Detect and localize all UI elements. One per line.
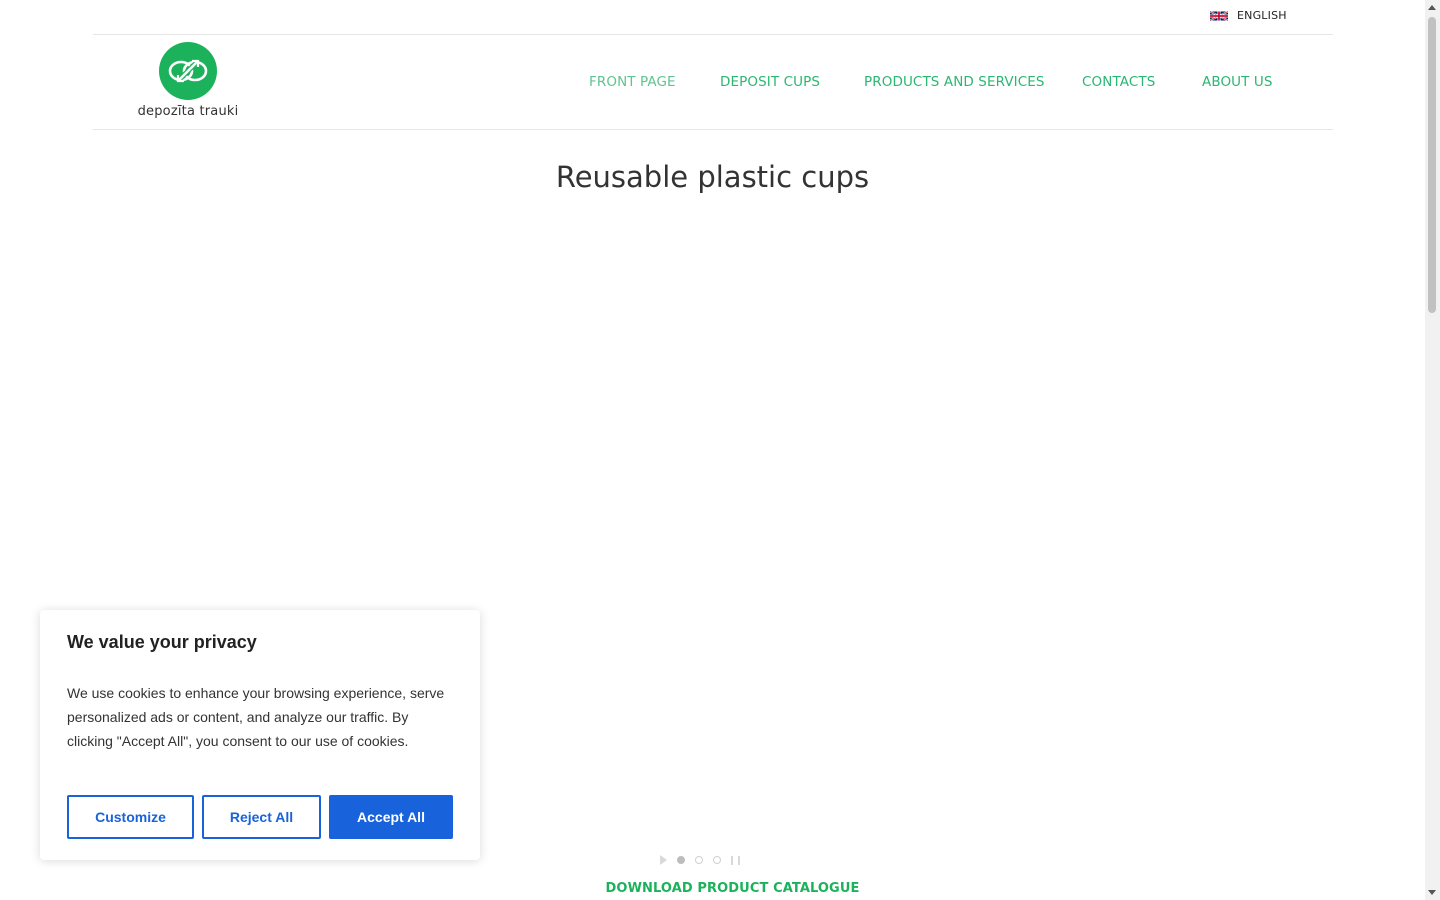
cookie-consent-banner: We value your privacy We use cookies to … (40, 610, 480, 860)
download-catalogue-link[interactable]: DOWNLOAD PRODUCT CATALOGUE (0, 881, 1440, 896)
uk-flag-icon (1210, 10, 1228, 21)
language-label: ENGLISH (1237, 9, 1287, 22)
cookie-banner-text: We use cookies to enhance your browsing … (67, 685, 445, 749)
nav-item-products-and-services[interactable]: PRODUCTS AND SERVICES (864, 74, 1045, 90)
scrollbar-thumb[interactable] (1428, 17, 1436, 313)
slider-controls (660, 853, 740, 867)
header-top-divider (93, 34, 1333, 35)
customize-button[interactable]: Customize (67, 795, 194, 839)
nav-item-about-us[interactable]: ABOUT US (1202, 74, 1273, 90)
site-logo[interactable]: depozīta trauki (135, 42, 241, 124)
scroll-down-icon[interactable] (1428, 890, 1436, 895)
language-switcher[interactable]: ENGLISH (1210, 9, 1287, 22)
slider-play-icon[interactable] (660, 855, 667, 865)
header-bottom-divider (93, 129, 1333, 130)
cookie-banner-title: We value your privacy (67, 632, 257, 652)
reject-all-button[interactable]: Reject All (202, 795, 321, 839)
nav-item-front-page[interactable]: FRONT PAGE (589, 74, 676, 90)
logo-recycle-icon (159, 42, 217, 100)
slider-dot-2[interactable] (695, 856, 703, 864)
page-scrollbar[interactable] (1425, 0, 1440, 900)
scroll-up-icon[interactable] (1428, 5, 1436, 10)
slider-pause-icon[interactable] (731, 855, 740, 865)
slider-dot-3[interactable] (713, 856, 721, 864)
accept-all-button[interactable]: Accept All (329, 795, 453, 839)
nav-item-deposit-cups[interactable]: DEPOSIT CUPS (720, 74, 820, 90)
slider-dot-1[interactable] (677, 856, 685, 864)
logo-text: depozīta trauki (137, 104, 239, 119)
cookie-banner-buttons: Customize Reject All Accept All (67, 795, 453, 839)
nav-item-contacts[interactable]: CONTACTS (1082, 74, 1155, 90)
language-bar: ENGLISH (0, 0, 1425, 34)
page-title: Reusable plastic cups (555, 160, 870, 194)
